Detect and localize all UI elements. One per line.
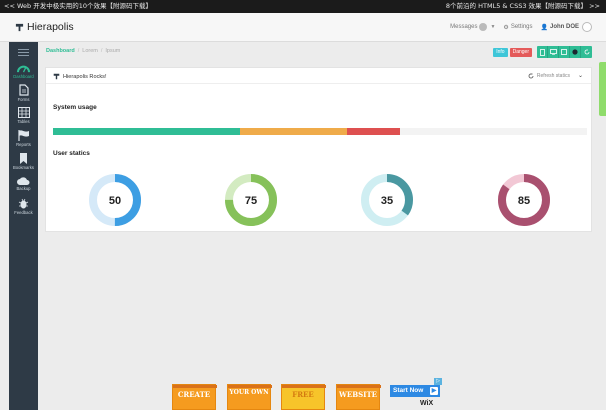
ad-brand: WiX [420, 400, 434, 407]
view-toggle-group [537, 46, 592, 58]
breadcrumb-item[interactable]: Dashboard [46, 48, 75, 54]
messages-badge [479, 23, 488, 31]
flag-icon [17, 130, 29, 141]
hamburger-icon[interactable] [18, 49, 29, 58]
avatar[interactable] [582, 22, 592, 32]
usage-segment [346, 128, 401, 135]
ad-block: CREATE [172, 384, 217, 410]
table-icon [17, 107, 30, 118]
gear-icon: ⚙ [503, 24, 509, 31]
dashboard-gauge-icon [17, 65, 30, 73]
refresh-statics-button[interactable]: Refresh statics [537, 73, 570, 79]
section-title: User statics [53, 150, 90, 157]
refresh-icon [528, 73, 534, 78]
document-icon [18, 84, 29, 96]
breadcrumb-item[interactable]: Ipsum [105, 48, 120, 54]
user-name: John DOE [549, 24, 579, 30]
breadcrumb-item[interactable]: Lorem [82, 48, 98, 54]
ad-block: FREE [281, 384, 326, 410]
tablet-view-button[interactable] [559, 46, 570, 58]
donut-value-label: 35 [381, 195, 393, 207]
chevron-down-icon: ▼ [490, 24, 496, 30]
breadcrumb: Dashboard / Lorem / Ipsum [46, 48, 121, 54]
info-button[interactable]: Info [493, 47, 508, 57]
brand-icon [15, 23, 24, 31]
dashboard-card: Hierapolis Rocks! Refresh statics ⌄ Syst… [45, 67, 592, 232]
sidebar-item-label: Dashboard [13, 74, 34, 79]
card-header: Hierapolis Rocks! Refresh statics ⌄ [46, 68, 591, 84]
promo-bar: << Web 开发中极实用的10个效果【附源码下载】 8个前沿的 HTML5 &… [0, 0, 606, 13]
sidebar-item-label: Tables [17, 119, 30, 124]
section-title: System usage [53, 104, 97, 111]
sidebar-item-tables[interactable]: Tables [9, 107, 38, 124]
ad-block-text: WEBSITE [339, 390, 377, 399]
sidebar-item-reports[interactable]: Reports [9, 130, 38, 147]
bookmark-icon [20, 153, 27, 164]
sidebar-item-feedback[interactable]: Feedback [9, 198, 38, 215]
ad-block-text: FREE [292, 390, 314, 399]
messages-menu[interactable]: Messages ▼ [450, 23, 495, 31]
sidebar-item-label: Bookmarks [13, 165, 34, 170]
usage-segment [53, 128, 240, 135]
sidebar-item-dashboard[interactable]: Dashboard [9, 62, 38, 79]
sidebar-item-label: Feedback [14, 210, 33, 215]
ad-block-text: YOUR OWN [229, 389, 269, 396]
danger-button[interactable]: Danger [509, 47, 532, 57]
promo-link-right[interactable]: 8个前沿的 HTML5 & CSS3 效果【附源码下载】 >> [446, 0, 600, 13]
desktop-view-button[interactable] [548, 46, 559, 58]
donut-value-label: 50 [109, 195, 121, 207]
user-icon: 👤 [540, 24, 548, 31]
donut-value-label: 85 [518, 195, 530, 207]
brand-icon [53, 73, 60, 80]
ad-block: WEBSITE [336, 384, 381, 410]
refresh-icon [584, 49, 589, 55]
bug-icon [18, 198, 29, 209]
sidebar-item-bookmarks[interactable]: Bookmarks [9, 153, 38, 170]
ad-banner[interactable]: CREATE YOUR OWN FREE WEBSITE Start Now ▶ … [172, 378, 442, 410]
record-button[interactable] [570, 46, 581, 58]
donut-chart: 85 [498, 174, 550, 226]
sidebar-item-label: Backup [16, 186, 31, 191]
ad-block-text: CREATE [177, 390, 211, 399]
donut-chart: 35 [361, 174, 413, 226]
donut-chart: 75 [225, 174, 277, 226]
donut-value-label: 75 [245, 195, 257, 207]
header-actions: Messages ▼ ⚙ Settings 👤 John DOE [442, 22, 592, 32]
messages-label: Messages [450, 24, 478, 30]
ad-block: YOUR OWN [227, 384, 272, 410]
circle-icon [572, 49, 578, 55]
ad-cta-label: Start Now [393, 387, 424, 394]
tablet-icon [561, 49, 567, 55]
settings-label: Settings [510, 24, 533, 30]
phone-view-button[interactable] [537, 46, 548, 58]
phone-icon [539, 48, 545, 56]
card-title: Hierapolis Rocks! [63, 73, 107, 80]
sidebar-item-forms[interactable]: Forms [9, 84, 38, 102]
ad-start-button[interactable]: Start Now ▶ [390, 385, 440, 397]
system-usage-bar [53, 128, 587, 135]
refresh-view-button[interactable] [581, 46, 592, 58]
top-header: Hierapolis Messages ▼ ⚙ Settings 👤 John … [0, 13, 606, 42]
donut-chart: 50 [89, 174, 141, 226]
chevron-down-icon[interactable]: ⌄ [578, 72, 583, 79]
ad-info-icon[interactable]: ▷ [434, 378, 442, 385]
breadcrumb-bar: Dashboard / Lorem / Ipsum Info Danger [38, 42, 606, 62]
sidebar-item-label: Forms [17, 97, 30, 102]
toolbar: Info Danger [493, 46, 592, 58]
promo-link-left[interactable]: << Web 开发中极实用的10个效果【附源码下载】 [4, 0, 152, 13]
cloud-icon [17, 177, 30, 185]
sidebar-item-backup[interactable]: Backup [9, 176, 38, 191]
usage-segment [239, 128, 347, 135]
sidebar-item-label: Reports [16, 142, 31, 147]
user-menu[interactable]: 👤 John DOE [540, 22, 592, 32]
arrow-right-icon: ▶ [430, 387, 438, 395]
sidebar: Dashboard Forms Tables Reports Bookmarks… [9, 42, 38, 410]
monitor-icon [549, 49, 557, 55]
side-panel-tab[interactable] [599, 62, 606, 116]
brand-name: Hierapolis [27, 21, 74, 33]
brand-logo[interactable]: Hierapolis [15, 21, 74, 33]
settings-menu[interactable]: ⚙ Settings [503, 24, 532, 31]
